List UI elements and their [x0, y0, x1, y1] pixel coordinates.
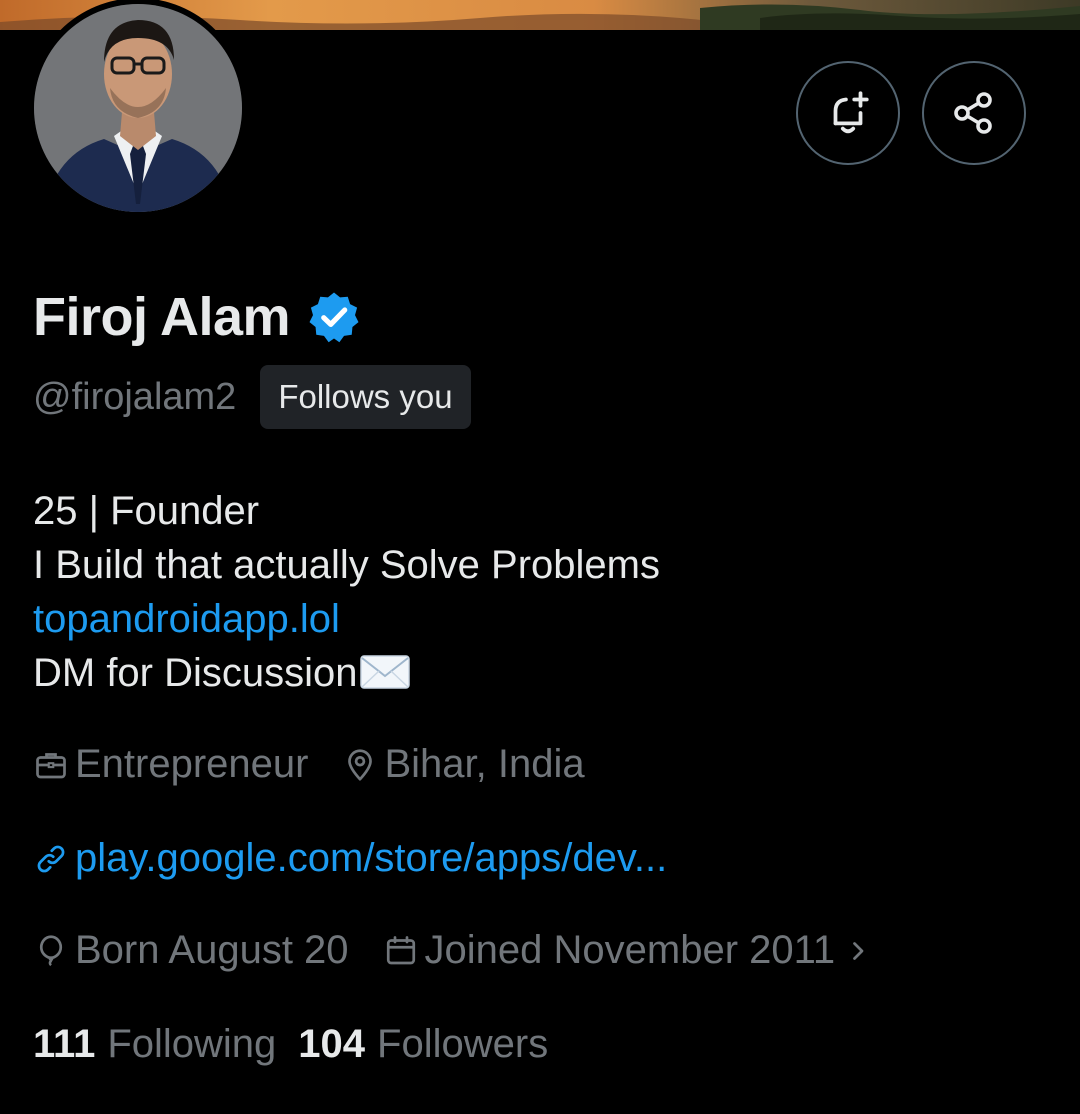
verified-badge-icon[interactable]	[306, 289, 362, 345]
profile-birthday: Born August 20	[33, 928, 349, 973]
bio-line: DM for Discussion	[33, 651, 358, 695]
birthday-text: Born August 20	[75, 928, 349, 972]
username-handle: @firojalam2	[33, 375, 237, 418]
profile-website-row: play.google.com/store/apps/dev...	[33, 836, 667, 881]
notify-button[interactable]	[796, 61, 900, 165]
handle-row: @firojalam2 Follows you	[33, 364, 471, 430]
bell-plus-icon	[833, 91, 869, 134]
bio-line-dm: DM for Discussion	[33, 646, 660, 700]
calendar-icon	[383, 933, 419, 969]
followers-label: Followers	[377, 1022, 549, 1066]
profile-website[interactable]: play.google.com/store/apps/dev...	[33, 836, 667, 881]
avatar-image	[34, 4, 242, 212]
follow-stats: 111 Following 104 Followers	[33, 1022, 548, 1067]
chevron-right-icon	[847, 933, 871, 969]
followers-count: 104	[298, 1022, 366, 1066]
follows-you-badge: Follows you	[260, 365, 471, 429]
avatar[interactable]	[28, 0, 248, 218]
followers-link[interactable]: 104 Followers	[298, 1022, 548, 1067]
envelope-icon	[359, 655, 410, 689]
balloon-icon	[33, 933, 69, 969]
link-icon	[33, 841, 69, 877]
location-text: Bihar, India	[384, 742, 585, 786]
location-pin-icon	[342, 747, 378, 783]
display-name: Firoj Alam	[33, 287, 291, 347]
share-button[interactable]	[922, 61, 1026, 165]
website-link[interactable]: play.google.com/store/apps/dev...	[75, 836, 667, 881]
briefcase-icon	[33, 747, 69, 783]
bio-link[interactable]: topandroidapp.lol	[33, 592, 660, 646]
bio-line: 25 | Founder	[33, 489, 260, 533]
profile-bio: 25 | Founder I Build that actually Solve…	[33, 484, 660, 700]
profile-dates-row: Born August 20 Joined November 2011	[33, 928, 871, 973]
display-name-row: Firoj Alam	[33, 286, 362, 348]
category-text: Entrepreneur	[75, 742, 309, 786]
following-label: Following	[107, 1022, 277, 1066]
profile-joined[interactable]: Joined November 2011	[383, 928, 872, 973]
following-count: 111	[33, 1022, 96, 1066]
share-icon	[954, 92, 992, 134]
bio-line: I Build that actually Solve Problems	[33, 543, 660, 587]
following-link[interactable]: 111 Following	[33, 1022, 276, 1067]
profile-category: Entrepreneur	[33, 742, 308, 787]
joined-text: Joined November 2011	[424, 928, 836, 972]
profile-location: Bihar, India	[342, 742, 585, 787]
profile-meta-row: Entrepreneur Bihar, India	[33, 742, 585, 787]
